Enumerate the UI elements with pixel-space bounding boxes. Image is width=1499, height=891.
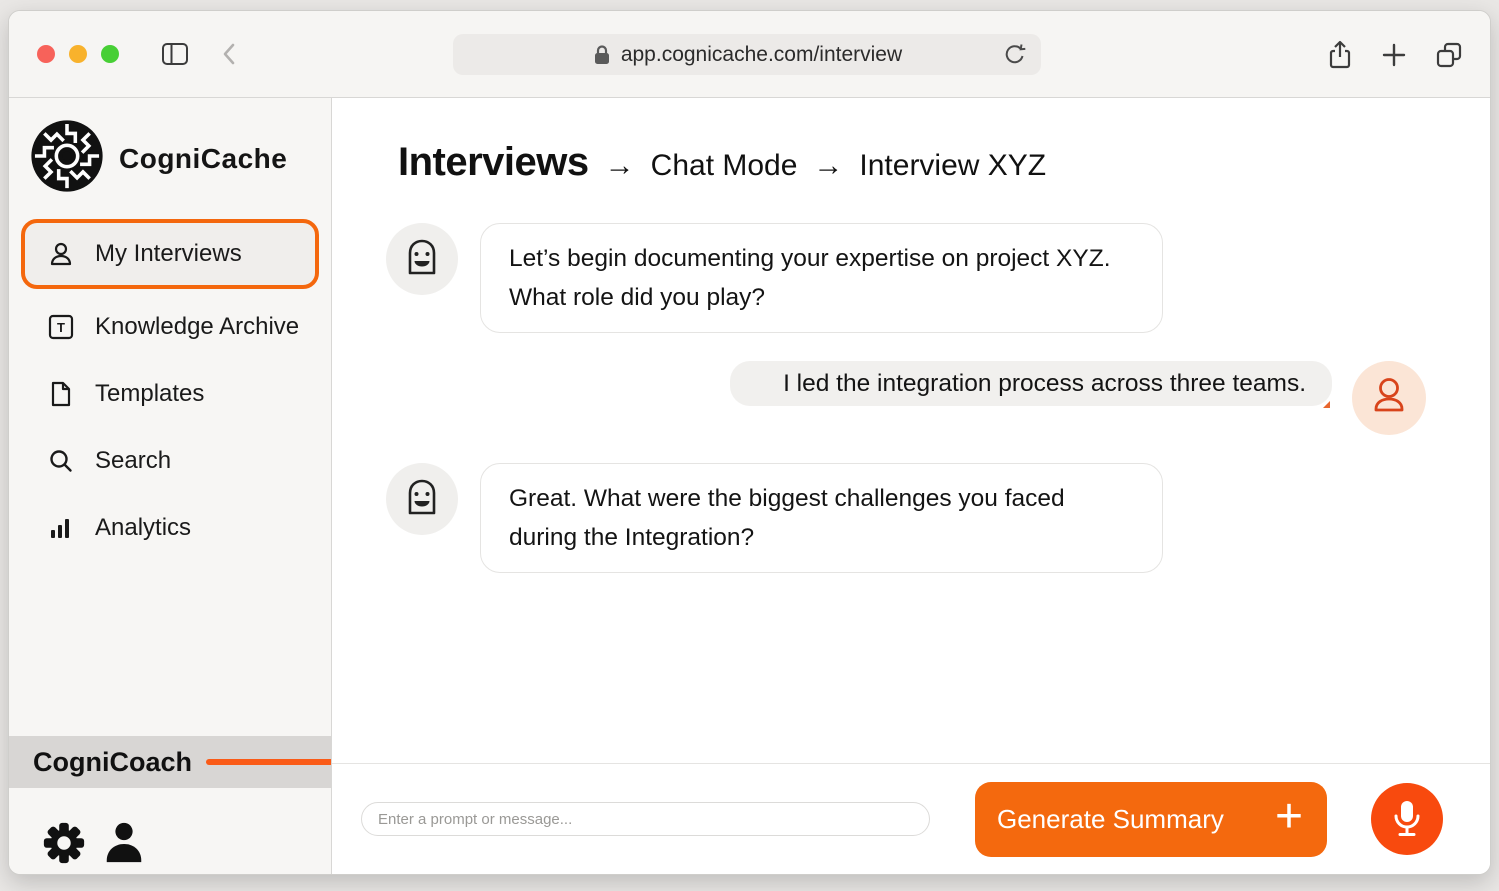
user-avatar: [1352, 361, 1426, 435]
bot-message-bubble: Let’s begin documenting your expertise o…: [480, 223, 1163, 333]
bot-message-row: Let’s begin documenting your expertise o…: [332, 223, 1490, 333]
message-list: Let’s begin documenting your expertise o…: [332, 223, 1490, 573]
breadcrumb-interview-xyz[interactable]: Interview XYZ: [859, 149, 1046, 183]
svg-text:T: T: [57, 320, 65, 335]
window-controls: [37, 45, 119, 63]
sidebar-item-templates[interactable]: Templates: [21, 360, 319, 427]
sidebar-item-label: Search: [95, 447, 171, 475]
composer-bar: Generate Summary +: [332, 763, 1490, 874]
app-body: CogniCache My Interviews: [9, 98, 1490, 874]
brand-logo-icon: [29, 118, 105, 199]
cognicoach-label: CogniCoach: [33, 747, 192, 778]
page-title: Interviews: [398, 140, 589, 185]
breadcrumb: Interviews → Chat Mode → Interview XYZ: [332, 140, 1490, 185]
sidebar-item-my-interviews[interactable]: My Interviews: [21, 219, 319, 289]
sidebar-item-knowledge-archive[interactable]: T Knowledge Archive: [21, 293, 319, 360]
breadcrumb-arrow-icon: →: [605, 149, 635, 183]
close-button[interactable]: [37, 45, 55, 63]
person-icon: [47, 240, 75, 268]
microphone-button[interactable]: [1371, 783, 1443, 855]
back-icon[interactable]: [221, 42, 237, 66]
url-text: app.cognicache.com/interview: [621, 43, 902, 67]
prompt-input[interactable]: [361, 802, 930, 836]
user-message-row: I led the integration process across thr…: [332, 361, 1490, 435]
search-icon: [47, 447, 75, 475]
bubble-tail: [1323, 401, 1330, 408]
archive-t-icon: T: [47, 313, 75, 341]
sidebar-item-label: Analytics: [95, 514, 191, 542]
address-bar[interactable]: app.cognicache.com/interview: [453, 34, 1041, 75]
user-person-icon: [1367, 374, 1411, 423]
lock-icon: [592, 44, 612, 66]
bot-message-bubble: Great. What were the biggest challenges …: [480, 463, 1163, 573]
brand-name: CogniCache: [119, 143, 287, 175]
cognicoach-accent-line: [206, 759, 331, 765]
sidebar-item-label: Knowledge Archive: [95, 313, 299, 341]
main-panel: Interviews → Chat Mode → Interview XYZ: [332, 98, 1490, 874]
zoom-button[interactable]: [101, 45, 119, 63]
sidebar-footer: [9, 788, 331, 874]
plus-icon: +: [1275, 793, 1303, 841]
minimize-button[interactable]: [69, 45, 87, 63]
browser-toolbar: app.cognicache.com/interview: [9, 11, 1490, 98]
sidebar-item-search[interactable]: Search: [21, 427, 319, 494]
brand-header: CogniCache: [9, 98, 331, 215]
share-icon[interactable]: [1326, 39, 1354, 71]
sidebar-nav: My Interviews T Knowledge Archive: [9, 215, 331, 561]
ghost-smiley-icon: [398, 233, 446, 286]
sidebar-toggle-icon[interactable]: [161, 41, 189, 67]
generate-summary-button[interactable]: Generate Summary +: [975, 782, 1327, 857]
reload-icon[interactable]: [1003, 43, 1027, 67]
sidebar-item-label: My Interviews: [95, 240, 242, 268]
sidebar-item-analytics[interactable]: Analytics: [21, 494, 319, 561]
bar-chart-icon: [47, 514, 75, 542]
account-icon[interactable]: [101, 820, 147, 871]
new-tab-icon[interactable]: [1380, 41, 1408, 69]
microphone-icon: [1388, 797, 1426, 842]
gear-icon[interactable]: [41, 820, 87, 871]
browser-window: app.cognicache.com/interview: [8, 10, 1491, 875]
sidebar: CogniCache My Interviews: [9, 98, 332, 874]
cognicoach-banner[interactable]: CogniCoach: [9, 736, 331, 788]
ghost-smiley-icon: [398, 473, 446, 526]
document-icon: [47, 380, 75, 408]
toolbar-actions: [1326, 11, 1464, 98]
tab-overview-icon[interactable]: [1434, 40, 1464, 70]
breadcrumb-arrow-icon: →: [813, 149, 843, 183]
chat-content: Interviews → Chat Mode → Interview XYZ: [332, 98, 1490, 763]
bot-avatar: [386, 463, 458, 535]
user-message-bubble: I led the integration process across thr…: [730, 361, 1332, 406]
sidebar-item-label: Templates: [95, 380, 204, 408]
user-message-text: I led the integration process across thr…: [783, 367, 1306, 400]
bot-avatar: [386, 223, 458, 295]
bot-message-row: Great. What were the biggest challenges …: [332, 463, 1490, 573]
breadcrumb-chat-mode[interactable]: Chat Mode: [651, 149, 798, 183]
generate-summary-label: Generate Summary: [997, 804, 1224, 835]
